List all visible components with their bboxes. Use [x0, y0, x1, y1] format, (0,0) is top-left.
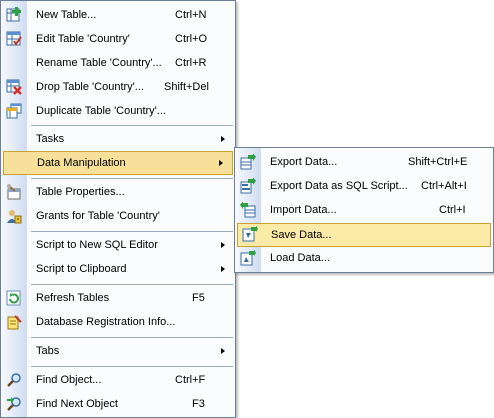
menu-item-rename-table[interactable]: Rename Table 'Country'... Ctrl+R: [1, 52, 235, 74]
menu-item-shortcut: F3: [192, 398, 205, 410]
menu-separator: [31, 337, 233, 338]
menu-item-shortcut: Ctrl+N: [175, 9, 207, 21]
menu-item-shortcut: Shift+Del: [164, 81, 209, 93]
menu-item-label: Database Registration Info...: [36, 316, 176, 328]
menu-item-label: Table Properties...: [36, 186, 125, 198]
menu-item-shortcut: Shift+Ctrl+E: [408, 156, 468, 168]
data-manipulation-submenu: Export Data... Shift+Ctrl+E Export Data …: [234, 147, 494, 273]
menu-item-label: Script to Clipboard: [36, 263, 127, 275]
grants-icon: [6, 208, 22, 224]
load-data-icon: [240, 250, 256, 266]
menu-item-label: Import Data...: [270, 204, 337, 216]
new-table-icon: [6, 7, 22, 23]
menu-item-load-data[interactable]: Load Data...: [235, 247, 493, 269]
menu-item-label: Duplicate Table 'Country'...: [36, 105, 166, 117]
menu-item-label: Find Object...: [36, 374, 102, 386]
menu-separator: [31, 366, 233, 367]
menu-item-new-table[interactable]: New Table... Ctrl+N: [1, 4, 235, 26]
menu-item-label: Tasks: [36, 133, 65, 145]
submenu-arrow-icon: [221, 348, 225, 354]
menu-item-drop-table[interactable]: Drop Table 'Country'... Shift+Del: [1, 76, 235, 98]
import-data-icon: [240, 202, 256, 218]
menu-item-save-data[interactable]: Save Data...: [237, 223, 491, 247]
menu-item-tabs[interactable]: Tabs: [1, 340, 235, 362]
submenu-arrow-icon: [219, 160, 223, 166]
menu-item-shortcut: Ctrl+Alt+I: [421, 180, 467, 192]
menu-item-export-data[interactable]: Export Data... Shift+Ctrl+E: [235, 151, 493, 173]
menu-item-label: Rename Table 'Country'...: [36, 57, 162, 69]
menu-item-shortcut: Ctrl+O: [175, 33, 208, 45]
drop-table-icon: [6, 79, 22, 95]
menu-item-label: Export Data...: [270, 156, 338, 168]
menu-item-label: Drop Table 'Country'...: [36, 81, 144, 93]
menu-item-table-properties[interactable]: Table Properties...: [1, 181, 235, 203]
menu-item-grants[interactable]: Grants for Table 'Country': [1, 205, 235, 227]
menu-item-duplicate-table[interactable]: Duplicate Table 'Country'...: [1, 100, 235, 122]
menu-item-find-next-object[interactable]: Find Next Object F3: [1, 393, 235, 415]
menu-item-shortcut: Ctrl+F: [175, 374, 206, 386]
menu-item-tasks[interactable]: Tasks: [1, 128, 235, 150]
submenu-arrow-icon: [221, 266, 225, 272]
export-data-icon: [240, 154, 256, 170]
menu-item-edit-table[interactable]: Edit Table 'Country' Ctrl+O: [1, 28, 235, 50]
menu-item-label: Save Data...: [271, 229, 332, 241]
table-properties-icon: [6, 184, 22, 200]
menu-item-script-to-new-sql-editor[interactable]: Script to New SQL Editor: [1, 234, 235, 256]
duplicate-table-icon: [6, 103, 22, 119]
menu-item-refresh-tables[interactable]: Refresh Tables F5: [1, 287, 235, 309]
menu-separator: [31, 231, 233, 232]
menu-item-label: Tabs: [36, 345, 60, 357]
submenu-arrow-icon: [221, 242, 225, 248]
menu-item-find-object[interactable]: Find Object... Ctrl+F: [1, 369, 235, 391]
menu-item-shortcut: F5: [192, 292, 205, 304]
menu-item-label: Edit Table 'Country': [36, 33, 130, 45]
menu-item-import-data[interactable]: Import Data... Ctrl+I: [235, 199, 493, 221]
menu-item-label: New Table...: [36, 9, 97, 21]
menu-item-script-to-clipboard[interactable]: Script to Clipboard: [1, 258, 235, 280]
save-data-icon: [242, 226, 258, 242]
find-object-icon: [6, 372, 22, 388]
menu-separator: [31, 125, 233, 126]
menu-item-label: Grants for Table 'Country': [36, 210, 160, 222]
menu-item-label: Export Data as SQL Script...: [270, 180, 408, 192]
registration-info-icon: [6, 314, 22, 330]
menu-item-label: Data Manipulation: [37, 157, 126, 169]
menu-separator: [31, 178, 233, 179]
menu-item-label: Find Next Object: [36, 398, 118, 410]
refresh-icon: [6, 290, 22, 306]
menu-item-data-manipulation[interactable]: Data Manipulation: [3, 151, 233, 175]
export-sql-icon: [240, 178, 256, 194]
menu-item-label: Script to New SQL Editor: [36, 239, 158, 251]
menu-item-database-registration-info[interactable]: Database Registration Info...: [1, 311, 235, 333]
menu-item-shortcut: Ctrl+R: [175, 57, 207, 69]
menu-item-export-data-as-sql-script[interactable]: Export Data as SQL Script... Ctrl+Alt+I: [235, 175, 493, 197]
menu-item-shortcut: Ctrl+I: [439, 204, 466, 216]
edit-table-icon: [6, 31, 22, 47]
menu-item-label: Refresh Tables: [36, 292, 110, 304]
find-next-icon: [6, 396, 22, 412]
context-menu: New Table... Ctrl+N Edit Table 'Country'…: [0, 0, 236, 418]
submenu-arrow-icon: [221, 136, 225, 142]
menu-separator: [31, 284, 233, 285]
menu-item-label: Load Data...: [270, 252, 330, 264]
